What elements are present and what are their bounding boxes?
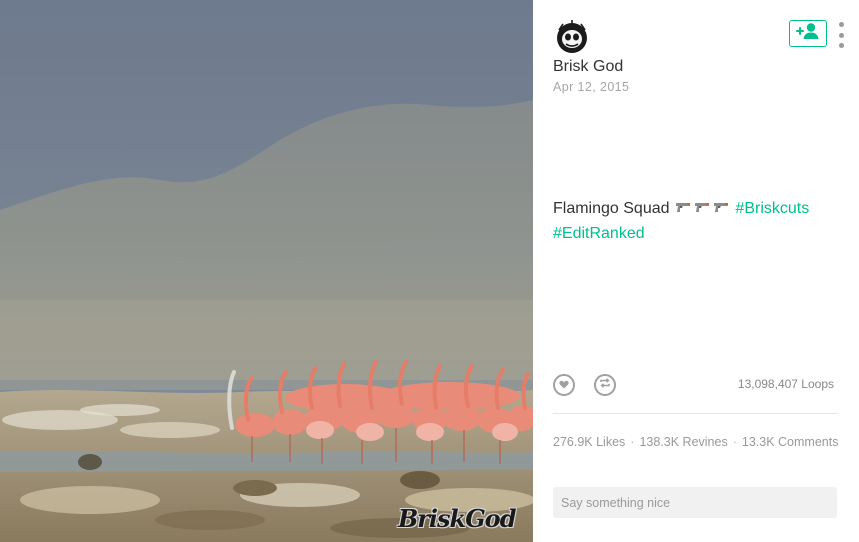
stats-separator: · — [630, 435, 635, 449]
author-avatar[interactable] — [553, 18, 591, 56]
video-watermark: BriskGod — [398, 504, 516, 533]
more-options-button[interactable] — [835, 22, 847, 48]
likes-count[interactable]: 276.9K Likes — [553, 435, 625, 449]
post-date: Apr 12, 2015 — [553, 80, 630, 94]
avatar-image — [553, 18, 591, 56]
hashtag-editranked[interactable]: #EditRanked — [553, 225, 645, 242]
more-vertical-icon — [838, 22, 844, 48]
follow-button[interactable] — [789, 20, 827, 47]
pistol-emoji — [713, 198, 730, 222]
comments-count[interactable]: 13.3K Comments — [742, 435, 839, 449]
revine-button[interactable] — [594, 374, 616, 396]
author-name[interactable]: Brisk God — [553, 58, 623, 76]
like-button[interactable] — [553, 374, 575, 396]
post-caption: Flamingo Squad #Briskcuts #EditRanked — [553, 197, 843, 246]
pistol-emoji — [675, 198, 692, 222]
engagement-stats: 276.9K Likes · 138.3K Revines · 13.3K Commen… — [553, 434, 843, 450]
stats-separator: · — [732, 435, 737, 449]
post-view: BriskGod Brisk God Apr 12, 2015 Flamingo… — [0, 0, 859, 542]
add-user-icon — [795, 22, 821, 45]
revines-count[interactable]: 138.3K Revines — [639, 435, 727, 449]
post-details-panel: Brisk God Apr 12, 2015 Flamingo Squad #B… — [533, 0, 859, 542]
comment-input[interactable] — [553, 487, 837, 518]
caption-text: Flamingo Squad — [553, 200, 670, 217]
stats-divider — [553, 413, 838, 414]
heart-icon — [559, 376, 569, 394]
hashtag-briskcuts[interactable]: #Briskcuts — [735, 200, 809, 217]
video-player[interactable]: BriskGod — [0, 0, 533, 542]
pistol-emoji — [694, 198, 711, 222]
loop-count: 13,098,407 Loops — [737, 377, 834, 391]
video-frame-image — [0, 0, 533, 542]
revine-icon — [599, 376, 611, 394]
